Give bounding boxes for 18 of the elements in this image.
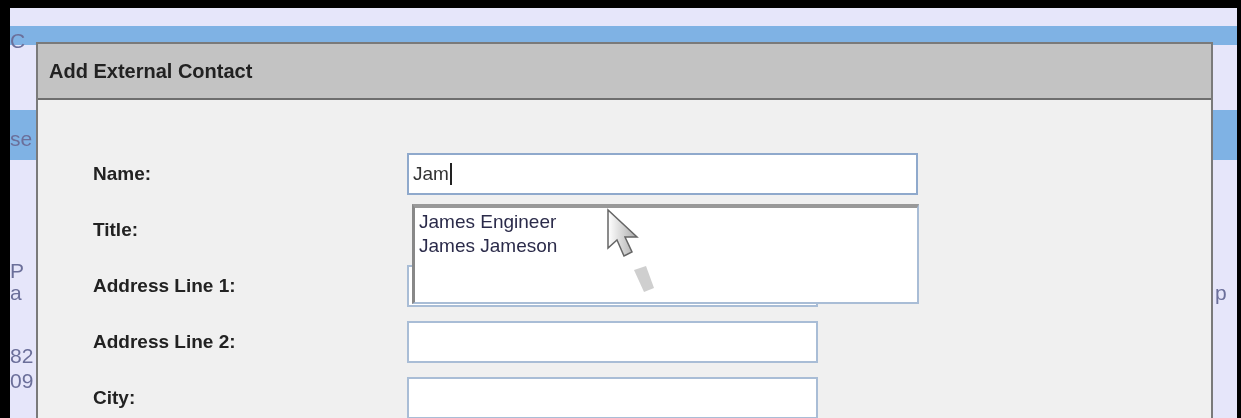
- input-field[interactable]: [407, 377, 818, 418]
- field-label: Address Line 1:: [93, 275, 237, 297]
- dialog-title: Add External Contact: [49, 59, 253, 83]
- background-text: 82: [10, 345, 34, 366]
- background-text: p: [1215, 282, 1227, 303]
- input-field[interactable]: Jam: [407, 153, 918, 195]
- field-label: Name:: [93, 163, 153, 185]
- field-label: Address Line 2:: [93, 331, 237, 353]
- background-text: a: [10, 282, 22, 303]
- suggestion-item[interactable]: James Jameson: [419, 234, 558, 258]
- input-field[interactable]: [407, 321, 818, 363]
- suggestion-item[interactable]: James Engineer: [419, 210, 557, 234]
- background-text: 09: [10, 370, 34, 391]
- background-text: se: [10, 128, 33, 149]
- field-label: Title:: [93, 219, 140, 241]
- text-caret: [449, 163, 452, 185]
- background-text: P: [10, 260, 24, 281]
- field-label: City:: [93, 387, 137, 409]
